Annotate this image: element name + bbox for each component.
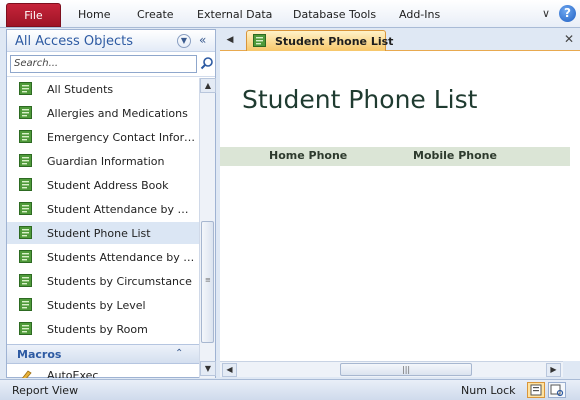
- layout-view-icon[interactable]: [548, 382, 566, 398]
- nav-pane-header: All Access Objects ▼ «: [7, 30, 215, 52]
- tab-external-data[interactable]: External Data: [197, 8, 272, 21]
- list-item[interactable]: Students Attendance by D...: [7, 246, 199, 268]
- close-icon[interactable]: ✕: [564, 32, 574, 46]
- list-item[interactable]: Guardian Information: [7, 150, 199, 172]
- report-icon: [19, 202, 32, 215]
- report-icon: [19, 322, 32, 335]
- document-tab-bar: ◀ Student Phone List ✕: [220, 29, 580, 51]
- list-item[interactable]: AutoExec: [7, 364, 199, 378]
- macros-group-label: Macros: [17, 348, 62, 361]
- list-item-label: Students Attendance by D...: [47, 251, 195, 264]
- list-item-label: Emergency Contact Inform...: [47, 131, 195, 144]
- report-icon: [253, 34, 266, 47]
- grip-icon: |||: [402, 365, 411, 374]
- search-input[interactable]: Search...: [10, 55, 197, 73]
- tab-student-phone-list[interactable]: Student Phone List: [246, 30, 393, 51]
- list-item-label: All Students: [47, 83, 114, 96]
- list-item-label: Student Address Book: [47, 179, 169, 192]
- scroll-left-icon[interactable]: ◀: [222, 363, 237, 377]
- status-bar: Report View Num Lock: [0, 379, 580, 400]
- scroll-thumb[interactable]: |||: [340, 363, 472, 376]
- scroll-down-icon[interactable]: ▼: [200, 361, 216, 376]
- file-tab[interactable]: File: [6, 3, 61, 27]
- column-header-home-phone: Home Phone: [269, 149, 348, 162]
- report-vertical-gutter: [570, 51, 580, 361]
- list-item-label: Students by Circumstance: [47, 275, 192, 288]
- nav-object-list: All Students Allergies and Medications E…: [7, 78, 199, 378]
- report-icon: [19, 250, 32, 263]
- report-canvas: Student Phone List Home Phone Mobile Pho…: [220, 51, 570, 361]
- list-item-label: Students by Level: [47, 299, 146, 312]
- list-item-label: Allergies and Medications: [47, 107, 188, 120]
- navigation-pane: All Access Objects ▼ « Search... All Stu…: [6, 29, 216, 378]
- list-item-label: Student Attendance by Da...: [47, 203, 195, 216]
- report-icon: [19, 226, 32, 239]
- report-icon: [19, 130, 32, 143]
- view-mode-label: Report View: [12, 384, 79, 397]
- tab-create[interactable]: Create: [137, 8, 174, 21]
- collapse-pane-icon[interactable]: «: [199, 33, 206, 47]
- ribbon-tab-bar: File Home Create External Data Database …: [0, 0, 580, 28]
- grip-icon: ≡: [205, 276, 211, 284]
- list-item[interactable]: Students by Circumstance: [7, 270, 199, 292]
- list-item-label: AutoExec: [47, 369, 99, 378]
- tab-home[interactable]: Home: [78, 8, 110, 21]
- search-placeholder: Search...: [14, 58, 59, 69]
- chevron-down-icon[interactable]: ▼: [177, 34, 191, 48]
- list-item[interactable]: Student Attendance by Da...: [7, 198, 199, 220]
- list-item[interactable]: Allergies and Medications: [7, 102, 199, 124]
- report-title: Student Phone List: [242, 85, 478, 114]
- list-item[interactable]: All Students: [7, 78, 199, 100]
- list-item-label: Student Phone List: [47, 227, 151, 240]
- num-lock-indicator: Num Lock: [461, 384, 516, 397]
- report-icon: [19, 178, 32, 191]
- document-tab-label: Student Phone List: [275, 35, 394, 48]
- list-item-selected[interactable]: Student Phone List: [7, 222, 199, 244]
- report-icon: [19, 154, 32, 167]
- tab-add-ins[interactable]: Add-Ins: [399, 8, 440, 21]
- report-horizontal-scrollbar[interactable]: ◀ ||| ▶: [220, 361, 563, 377]
- list-item[interactable]: Students by Room: [7, 318, 199, 340]
- report-view-icon[interactable]: [527, 382, 545, 398]
- scroll-right-icon[interactable]: ▶: [546, 363, 561, 377]
- list-item[interactable]: Students by Level: [7, 294, 199, 316]
- report-icon: [19, 82, 32, 95]
- tab-database-tools[interactable]: Database Tools: [293, 8, 376, 21]
- list-item[interactable]: Student Address Book: [7, 174, 199, 196]
- list-item-label: Students by Room: [47, 323, 148, 336]
- scroll-thumb[interactable]: ≡: [201, 221, 214, 343]
- nav-pane-title[interactable]: All Access Objects: [15, 34, 133, 49]
- report-icon: [19, 106, 32, 119]
- macro-icon: [22, 370, 32, 378]
- macros-group-header[interactable]: Macros ⌃: [7, 344, 199, 364]
- nav-scrollbar[interactable]: ▲ ≡ ▼: [199, 78, 216, 378]
- report-icon: [19, 298, 32, 311]
- collapse-group-icon[interactable]: ⌃: [175, 348, 183, 359]
- divider: [7, 76, 215, 77]
- search-icon[interactable]: [200, 56, 214, 70]
- scroll-up-icon[interactable]: ▲: [200, 78, 216, 93]
- list-item[interactable]: Emergency Contact Inform...: [7, 126, 199, 148]
- column-header-mobile-phone: Mobile Phone: [413, 149, 497, 162]
- help-icon[interactable]: ?: [559, 5, 576, 22]
- chevron-left-icon[interactable]: ◀: [223, 33, 237, 47]
- minimize-ribbon-icon[interactable]: ∨: [539, 7, 553, 21]
- list-item-label: Guardian Information: [47, 155, 165, 168]
- report-icon: [19, 274, 32, 287]
